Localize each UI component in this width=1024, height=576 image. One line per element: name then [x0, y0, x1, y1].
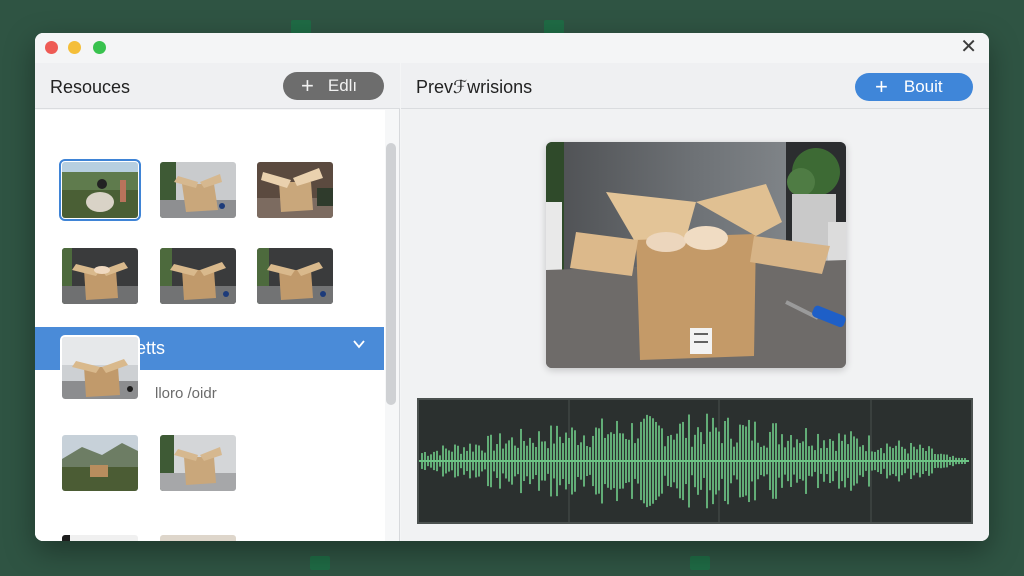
background-mark: [310, 556, 330, 570]
thumbnail-box[interactable]: [257, 162, 333, 218]
app-window: ✕ Resouces + Edlı lloro /oidr Prevℱwrisi…: [35, 33, 989, 541]
plus-icon: +: [875, 74, 888, 99]
preview-header: Prevℱwrisions + Bouit: [401, 63, 989, 109]
close-icon[interactable]: ✕: [960, 37, 977, 57]
bout-button-label: Bouit: [903, 77, 943, 96]
edit-button-label: Edlı: [327, 76, 358, 95]
panel-title: Prevℱwrisions: [416, 77, 533, 97]
audio-waveform[interactable]: [417, 398, 973, 524]
resources-scrollbar[interactable]: [386, 143, 396, 405]
plus-icon: +: [301, 73, 314, 98]
background-mark: [291, 20, 311, 34]
title-bar: ✕: [35, 33, 989, 63]
thumbnail-box[interactable]: [257, 248, 333, 304]
preview-panel: Prevℱwrisions + Bouit: [401, 63, 989, 541]
panel-title: Resouces: [50, 77, 131, 97]
thumbnail-person[interactable]: [62, 535, 138, 541]
resource-caption: lloro /oidr: [155, 385, 217, 402]
resources-panel: Resouces + Edlı lloro /oidr: [35, 63, 400, 541]
thumbnail-landscape[interactable]: [62, 435, 138, 491]
selected-thumbnail[interactable]: [60, 335, 140, 401]
thumbnail-box[interactable]: [160, 162, 236, 218]
thumbnail-grid: [35, 110, 385, 541]
maximize-window-button[interactable]: [93, 41, 106, 54]
background-mark: [690, 556, 710, 570]
thumbnail-box[interactable]: [62, 248, 138, 304]
bout-button[interactable]: + Bouit: [855, 73, 973, 101]
close-window-button[interactable]: [45, 41, 58, 54]
preview-image: [546, 142, 846, 368]
thumbnail-box[interactable]: [160, 435, 236, 491]
thumbnail-box[interactable]: [160, 248, 236, 304]
minimize-window-button[interactable]: [68, 41, 81, 54]
resources-header: Resouces + Edlı: [35, 63, 400, 109]
thumbnail-box[interactable]: [160, 535, 236, 541]
chevron-down-icon: [352, 337, 366, 354]
edit-button[interactable]: + Edlı: [283, 72, 384, 100]
thumbnail-landscape[interactable]: [59, 159, 141, 221]
background-mark: [544, 20, 564, 34]
